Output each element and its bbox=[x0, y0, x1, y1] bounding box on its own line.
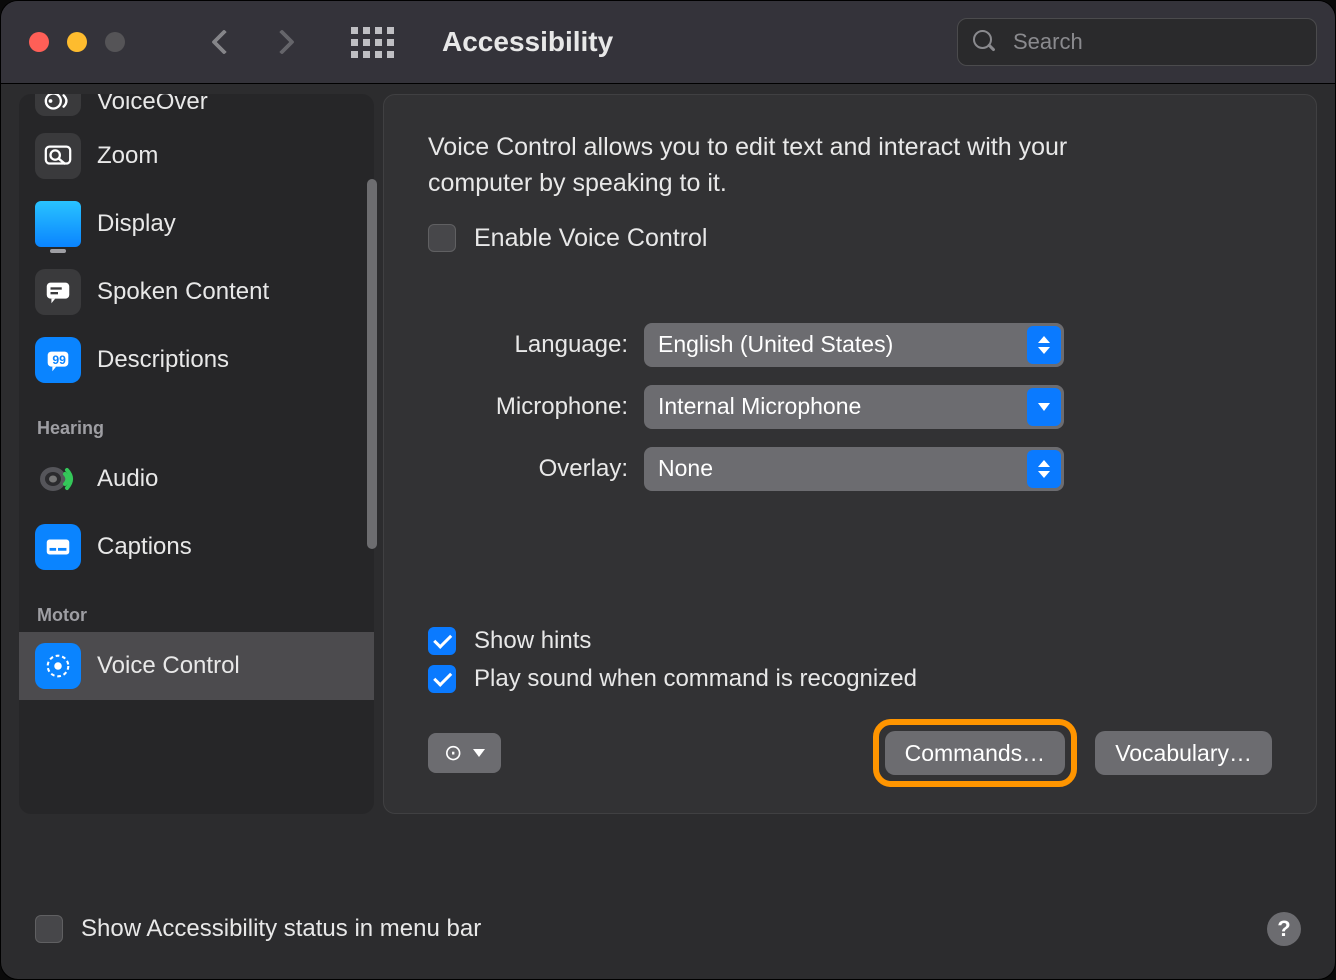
overlay-value: None bbox=[658, 455, 713, 482]
titlebar: Accessibility bbox=[1, 1, 1335, 84]
sidebar-item-label: Captions bbox=[97, 533, 192, 561]
more-options-button[interactable]: ⊙ bbox=[428, 733, 501, 773]
sidebar-item-voiceover[interactable]: VoiceOver bbox=[19, 94, 374, 122]
sidebar-item-label: Display bbox=[97, 210, 176, 238]
language-label: Language: bbox=[428, 331, 628, 359]
chevron-down-icon bbox=[473, 749, 485, 757]
back-button[interactable] bbox=[211, 29, 236, 54]
sidebar-group-hearing: Hearing bbox=[19, 394, 374, 445]
language-value: English (United States) bbox=[658, 331, 893, 358]
sidebar-item-label: Descriptions bbox=[97, 346, 229, 374]
menubar-status-label: Show Accessibility status in menu bar bbox=[81, 915, 481, 943]
ellipsis-icon: ⊙ bbox=[444, 740, 463, 766]
sidebar-item-label: Zoom bbox=[97, 142, 158, 170]
sidebar-item-display[interactable]: Display bbox=[19, 190, 374, 258]
panel-bottom-row: ⊙ Commands… Vocabulary… bbox=[428, 719, 1272, 787]
nav-arrows bbox=[215, 33, 291, 51]
zoom-icon bbox=[35, 133, 81, 179]
svg-text:99: 99 bbox=[52, 353, 66, 367]
sidebar-wrap: VoiceOver Zoom Display bbox=[1, 84, 381, 894]
voiceover-icon bbox=[35, 94, 81, 116]
audio-icon bbox=[35, 456, 81, 502]
maximize-window-button[interactable] bbox=[105, 32, 125, 52]
sidebar-item-label: Spoken Content bbox=[97, 278, 269, 306]
menubar-status-checkbox[interactable] bbox=[35, 915, 63, 943]
vocabulary-button[interactable]: Vocabulary… bbox=[1095, 731, 1272, 775]
hints-block: Show hints Play sound when command is re… bbox=[428, 627, 917, 703]
language-select[interactable]: English (United States) bbox=[644, 323, 1064, 367]
enable-voice-control-label: Enable Voice Control bbox=[474, 224, 707, 253]
updown-arrows-icon bbox=[1027, 326, 1061, 364]
microphone-select[interactable]: Internal Microphone bbox=[644, 385, 1064, 429]
sidebar-item-label: Audio bbox=[97, 465, 158, 493]
display-icon bbox=[35, 201, 81, 247]
sidebar-item-audio[interactable]: Audio bbox=[19, 445, 374, 513]
minimize-window-button[interactable] bbox=[67, 32, 87, 52]
sidebar-group-motor: Motor bbox=[19, 581, 374, 632]
commands-button[interactable]: Commands… bbox=[885, 731, 1066, 775]
voice-control-panel: Voice Control allows you to edit text an… bbox=[383, 94, 1317, 814]
show-hints-label: Show hints bbox=[474, 627, 591, 655]
accessibility-window: Accessibility VoiceOver bbox=[0, 0, 1336, 980]
commands-highlight: Commands… bbox=[873, 719, 1078, 787]
chevron-down-icon bbox=[1027, 388, 1061, 426]
close-window-button[interactable] bbox=[29, 32, 49, 52]
updown-arrows-icon bbox=[1027, 450, 1061, 488]
sidebar-item-spoken-content[interactable]: Spoken Content bbox=[19, 258, 374, 326]
show-all-prefs-button[interactable] bbox=[351, 27, 394, 58]
play-sound-checkbox[interactable] bbox=[428, 665, 456, 693]
sidebar-item-descriptions[interactable]: 99 Descriptions bbox=[19, 326, 374, 394]
search-input[interactable] bbox=[957, 18, 1317, 66]
sidebar-item-voice-control[interactable]: Voice Control bbox=[19, 632, 374, 700]
forward-button[interactable] bbox=[269, 29, 294, 54]
main: Voice Control allows you to edit text an… bbox=[381, 84, 1335, 894]
microphone-value: Internal Microphone bbox=[658, 393, 861, 420]
overlay-select[interactable]: None bbox=[644, 447, 1064, 491]
pane-title: Accessibility bbox=[442, 26, 613, 58]
enable-voice-control-checkbox[interactable] bbox=[428, 224, 456, 252]
window-controls bbox=[29, 32, 125, 52]
search-icon bbox=[973, 30, 997, 54]
sidebar-item-zoom[interactable]: Zoom bbox=[19, 122, 374, 190]
sidebar-item-label: VoiceOver bbox=[97, 94, 208, 116]
sidebar-item-captions[interactable]: Captions bbox=[19, 513, 374, 581]
settings-form: Language: English (United States) Microp… bbox=[428, 323, 1272, 491]
overlay-label: Overlay: bbox=[428, 455, 628, 483]
panel-description: Voice Control allows you to edit text an… bbox=[428, 129, 1148, 202]
body: VoiceOver Zoom Display bbox=[1, 84, 1335, 894]
enable-voice-control-row: Enable Voice Control bbox=[428, 224, 1272, 253]
sidebar-item-label: Voice Control bbox=[97, 652, 240, 680]
footer: Show Accessibility status in menu bar ? bbox=[1, 894, 1335, 964]
sidebar[interactable]: VoiceOver Zoom Display bbox=[19, 94, 374, 814]
sidebar-scrollbar[interactable] bbox=[367, 179, 377, 549]
search-wrap bbox=[957, 18, 1317, 66]
captions-icon bbox=[35, 524, 81, 570]
microphone-label: Microphone: bbox=[428, 393, 628, 421]
play-sound-label: Play sound when command is recognized bbox=[474, 665, 917, 693]
show-hints-checkbox[interactable] bbox=[428, 627, 456, 655]
voice-control-icon bbox=[35, 643, 81, 689]
descriptions-icon: 99 bbox=[35, 337, 81, 383]
spoken-content-icon bbox=[35, 269, 81, 315]
help-button[interactable]: ? bbox=[1267, 912, 1301, 946]
